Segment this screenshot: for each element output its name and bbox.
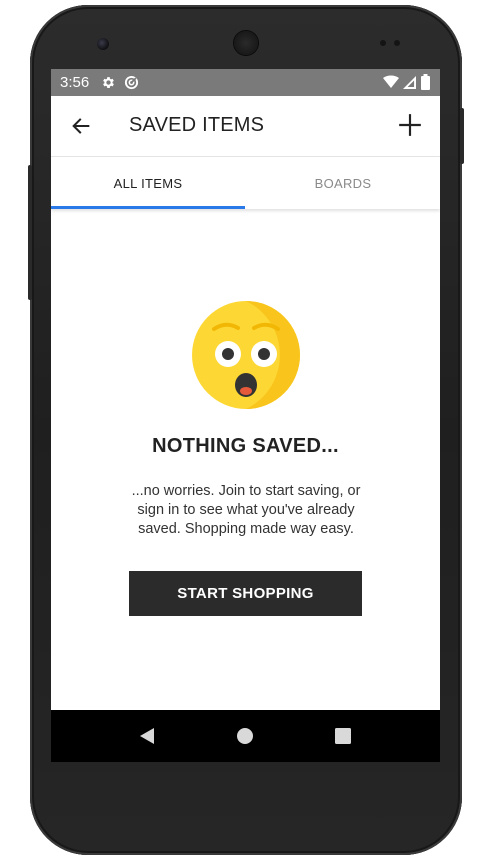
- volume-button: [28, 165, 32, 300]
- recents-square-icon[interactable]: [331, 724, 355, 748]
- home-circle-icon[interactable]: [233, 724, 257, 748]
- start-shopping-button[interactable]: START SHOPPING: [129, 571, 362, 616]
- front-camera: [97, 38, 109, 50]
- earpiece-speaker: [234, 31, 258, 55]
- plus-icon[interactable]: [394, 109, 426, 141]
- proximity-sensor: [380, 40, 386, 46]
- wifi-icon: [383, 75, 399, 89]
- tab-indicator: [51, 206, 245, 209]
- status-time: 3:56: [60, 74, 90, 91]
- screen: 3:56 SAVED ITEMS ALL ITEMS BOARDS NOTHIN…: [51, 69, 440, 762]
- page-title: SAVED ITEMS: [129, 114, 265, 136]
- system-nav-bar: [51, 710, 440, 762]
- app-bar: SAVED ITEMS: [51, 96, 440, 157]
- status-bar: 3:56: [51, 69, 440, 96]
- light-sensor: [394, 40, 400, 46]
- arrow-left-icon[interactable]: [65, 110, 97, 142]
- signal-icon: [403, 76, 416, 89]
- back-triangle-icon[interactable]: [135, 724, 159, 748]
- tab-boards[interactable]: BOARDS: [246, 157, 440, 209]
- empty-state-title: NOTHING SAVED...: [152, 435, 339, 457]
- tab-boards-label: BOARDS: [314, 175, 372, 191]
- surprised-face-emoji-icon: [192, 301, 300, 409]
- gear-icon: [101, 75, 116, 90]
- tab-bar: ALL ITEMS BOARDS: [51, 157, 440, 209]
- power-button: [460, 108, 464, 164]
- tab-all-items-label: ALL ITEMS: [113, 175, 183, 191]
- battery-icon: [421, 74, 430, 90]
- empty-state-message: ...no worries. Join to start saving, or …: [131, 483, 361, 537]
- sync-icon: [124, 75, 139, 90]
- tab-all-items[interactable]: ALL ITEMS: [51, 157, 245, 209]
